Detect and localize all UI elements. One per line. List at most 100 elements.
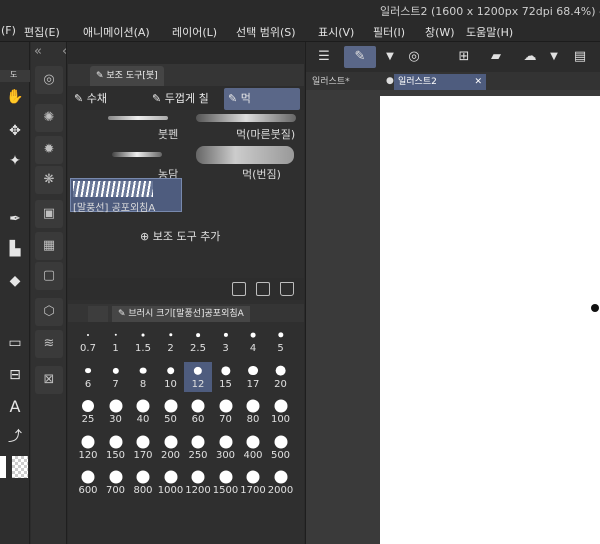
brush-tab-icon[interactable] <box>88 306 108 322</box>
save-icon[interactable]: ▤ <box>568 46 592 68</box>
collapse-icon[interactable]: « <box>34 44 42 59</box>
close-panel-icon[interactable]: ⊠ <box>35 366 63 394</box>
frame-icon[interactable]: ⊟ <box>3 364 27 386</box>
brush-size-option[interactable]: 8 <box>129 362 157 392</box>
brush-size-option[interactable]: 2000 <box>267 468 295 498</box>
brush-size-option[interactable]: 25 <box>74 397 102 427</box>
layer-property-icon[interactable]: ▣ <box>35 200 63 228</box>
brush-size-option[interactable]: 1 <box>102 326 130 356</box>
menu-animation[interactable]: 애니메이션(A) <box>83 24 150 40</box>
navigator-icon[interactable]: ▢ <box>35 262 63 290</box>
tab-thick-paint[interactable]: ✎ 두껍게 칠 <box>148 88 222 110</box>
brush-size-option[interactable]: 5 <box>267 326 295 356</box>
brush-size-option[interactable]: 0.7 <box>74 326 102 356</box>
menu-icon[interactable]: ☰ <box>312 46 336 68</box>
fill-bucket-icon[interactable]: ▙ <box>3 238 27 260</box>
brush-size-option[interactable]: 500 <box>267 433 295 463</box>
tab-document-1[interactable]: 일러스트* <box>308 74 388 90</box>
tab-document-2[interactable]: 일러스트2 ✕ <box>394 74 486 90</box>
brush-size-option[interactable]: 300 <box>212 433 240 463</box>
brush-size-option[interactable]: 40 <box>129 397 157 427</box>
close-icon[interactable]: ✕ <box>474 74 482 90</box>
menu-view[interactable]: 표시(V) <box>318 24 354 40</box>
main-color-swatch[interactable] <box>0 456 6 478</box>
transparent-color-swatch[interactable] <box>12 456 28 478</box>
brush-size-option[interactable]: 4 <box>239 326 267 356</box>
pen-tool-icon[interactable]: ✎ <box>344 46 376 68</box>
grid-icon[interactable]: ▦ <box>35 232 63 260</box>
search-icon[interactable]: ◎ <box>35 66 63 94</box>
menu-file[interactable]: (F) <box>1 24 16 37</box>
tab-watercolor[interactable]: ✎ 수채 <box>70 88 144 110</box>
brush-item-label[interactable]: 먹(마른붓질) <box>236 126 295 142</box>
brush-size-option[interactable]: 200 <box>157 433 185 463</box>
brush-item-selected[interactable]: [말풍선] 공포외침A <box>70 178 182 214</box>
brush-size-option[interactable]: 170 <box>129 433 157 463</box>
menu-layer[interactable]: 레이어(L) <box>172 24 217 40</box>
duplicate-icon[interactable] <box>256 282 270 296</box>
brush-size-option[interactable]: 60 <box>184 397 212 427</box>
brush-size-option[interactable]: 1000 <box>157 468 185 498</box>
brush-size-option[interactable]: 3 <box>212 326 240 356</box>
brush-size-option[interactable]: 6 <box>74 362 102 392</box>
brush-size-option[interactable]: 600 <box>74 468 102 498</box>
add-subtool-button[interactable]: ⊕ 보조 도구 추가 <box>140 228 220 244</box>
magic-wand-icon[interactable]: ✦ <box>3 150 27 172</box>
brush-size-option[interactable]: 2 <box>157 326 185 356</box>
tool-palette-tab[interactable]: 도 <box>0 70 30 82</box>
material-icon[interactable]: ⬡ <box>35 298 63 326</box>
brush-group-icon[interactable]: ✺ <box>35 104 63 132</box>
chevron-down-icon[interactable]: ▼ <box>378 46 402 68</box>
brush-size-option[interactable]: 150 <box>102 433 130 463</box>
brush-size-option[interactable]: 30 <box>102 397 130 427</box>
move-icon[interactable]: ✥ <box>3 120 27 142</box>
menu-help[interactable]: 도움말(H) <box>466 24 513 40</box>
brush-item-label[interactable]: 먹(번짐) <box>242 166 281 182</box>
eraser-icon[interactable]: ◆ <box>3 270 27 292</box>
brush-size-option[interactable]: 400 <box>239 433 267 463</box>
tab-ink[interactable]: ✎ 먹 <box>224 88 300 110</box>
cloud-icon[interactable]: ☁ <box>518 46 542 68</box>
open-folder-icon[interactable]: ▰ <box>484 46 508 68</box>
brush-size-option[interactable]: 1.5 <box>129 326 157 356</box>
new-file-icon[interactable]: ⊞ <box>452 46 476 68</box>
canvas-paper[interactable] <box>380 96 600 544</box>
menu-window[interactable]: 창(W) <box>425 24 455 40</box>
subtool-palette-tab[interactable]: ✎ 보조 도구[붓] <box>90 66 164 86</box>
brush-size-option[interactable]: 80 <box>239 397 267 427</box>
brush-size-option[interactable]: 800 <box>129 468 157 498</box>
menu-selection[interactable]: 선택 범위(S) <box>236 24 296 40</box>
airbrush-icon[interactable]: ✹ <box>35 136 63 164</box>
download-icon[interactable] <box>232 282 246 296</box>
brush-size-option[interactable]: 120 <box>74 433 102 463</box>
brush-item-label[interactable]: 붓펜 <box>158 126 178 142</box>
menu-filter[interactable]: 필터(I) <box>373 24 405 40</box>
brush-size-option[interactable]: 250 <box>184 433 212 463</box>
brush-size-option[interactable]: 70 <box>212 397 240 427</box>
brush-size-option[interactable]: 20 <box>267 362 295 392</box>
chevron-down-icon[interactable]: ▼ <box>542 46 566 68</box>
brush-size-option[interactable]: 12 <box>184 361 212 392</box>
decoration-icon[interactable]: ❋ <box>35 166 63 194</box>
brush-size-option[interactable]: 2.5 <box>184 326 212 356</box>
brush-size-option[interactable]: 50 <box>157 397 185 427</box>
pen-icon[interactable]: ✒ <box>3 208 27 230</box>
brush-size-tab[interactable]: ✎ 브러시 크기[말풍선]공포외침A <box>112 306 250 322</box>
brush-size-option[interactable]: 15 <box>212 362 240 392</box>
layers-icon[interactable]: ≋ <box>35 330 63 358</box>
brush-size-option[interactable]: 1500 <box>212 468 240 498</box>
trash-icon[interactable] <box>280 282 294 296</box>
hand-icon[interactable]: ✋ <box>3 86 27 108</box>
brush-size-option[interactable]: 17 <box>239 362 267 392</box>
expand-icon[interactable]: ‹ <box>62 44 67 59</box>
brush-size-option[interactable]: 700 <box>102 468 130 498</box>
brush-size-option[interactable]: 100 <box>267 397 295 427</box>
correction-icon[interactable]: ⤴ <box>3 426 27 448</box>
menu-edit[interactable]: 편집(E) <box>24 24 60 40</box>
brush-size-option[interactable]: 1700 <box>239 468 267 498</box>
brush-size-option[interactable]: 7 <box>102 362 130 392</box>
gradient-icon[interactable]: ▭ <box>3 332 27 354</box>
brush-size-option[interactable]: 10 <box>157 362 185 392</box>
brush-size-option[interactable]: 1200 <box>184 468 212 498</box>
spiral-icon[interactable]: ◎ <box>402 46 426 68</box>
